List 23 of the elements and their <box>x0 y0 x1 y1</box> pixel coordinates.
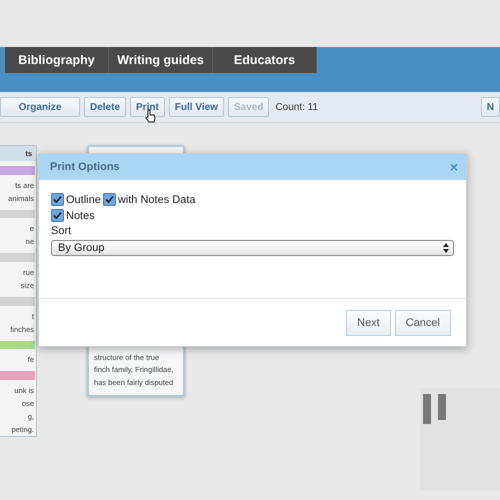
sort-select[interactable]: By Group <box>51 240 454 256</box>
toolbar-button[interactable]: Full View <box>168 97 224 117</box>
checkbox[interactable] <box>102 193 116 206</box>
toolbar-button[interactable]: Print <box>130 97 165 117</box>
toolbar-button[interactable]: Delete <box>84 97 126 117</box>
option-label: Notes <box>66 210 95 222</box>
toolbar-button[interactable]: Organize <box>0 97 80 117</box>
checkbox[interactable] <box>51 193 64 206</box>
count-label: Count: 11 <box>275 102 318 112</box>
dialog-button[interactable]: Next <box>346 310 391 336</box>
dialog-title: Print Options <box>50 161 120 173</box>
hand-cursor-icon <box>145 109 156 123</box>
dialog-button[interactable]: Cancel <box>394 310 451 336</box>
nav-tab[interactable]: Educators <box>213 47 317 73</box>
nav-tab[interactable]: Bibliography <box>5 47 109 73</box>
toolbar-button[interactable]: N <box>480 97 500 117</box>
option-label: with Notes Data <box>118 194 196 206</box>
nav-tab[interactable]: Writing guides <box>109 47 213 73</box>
updown-icon <box>443 243 449 253</box>
pause-icon <box>423 394 449 424</box>
option-label: Outline <box>66 194 101 206</box>
sort-label: Sort <box>51 225 72 237</box>
checkbox[interactable] <box>51 209 64 222</box>
